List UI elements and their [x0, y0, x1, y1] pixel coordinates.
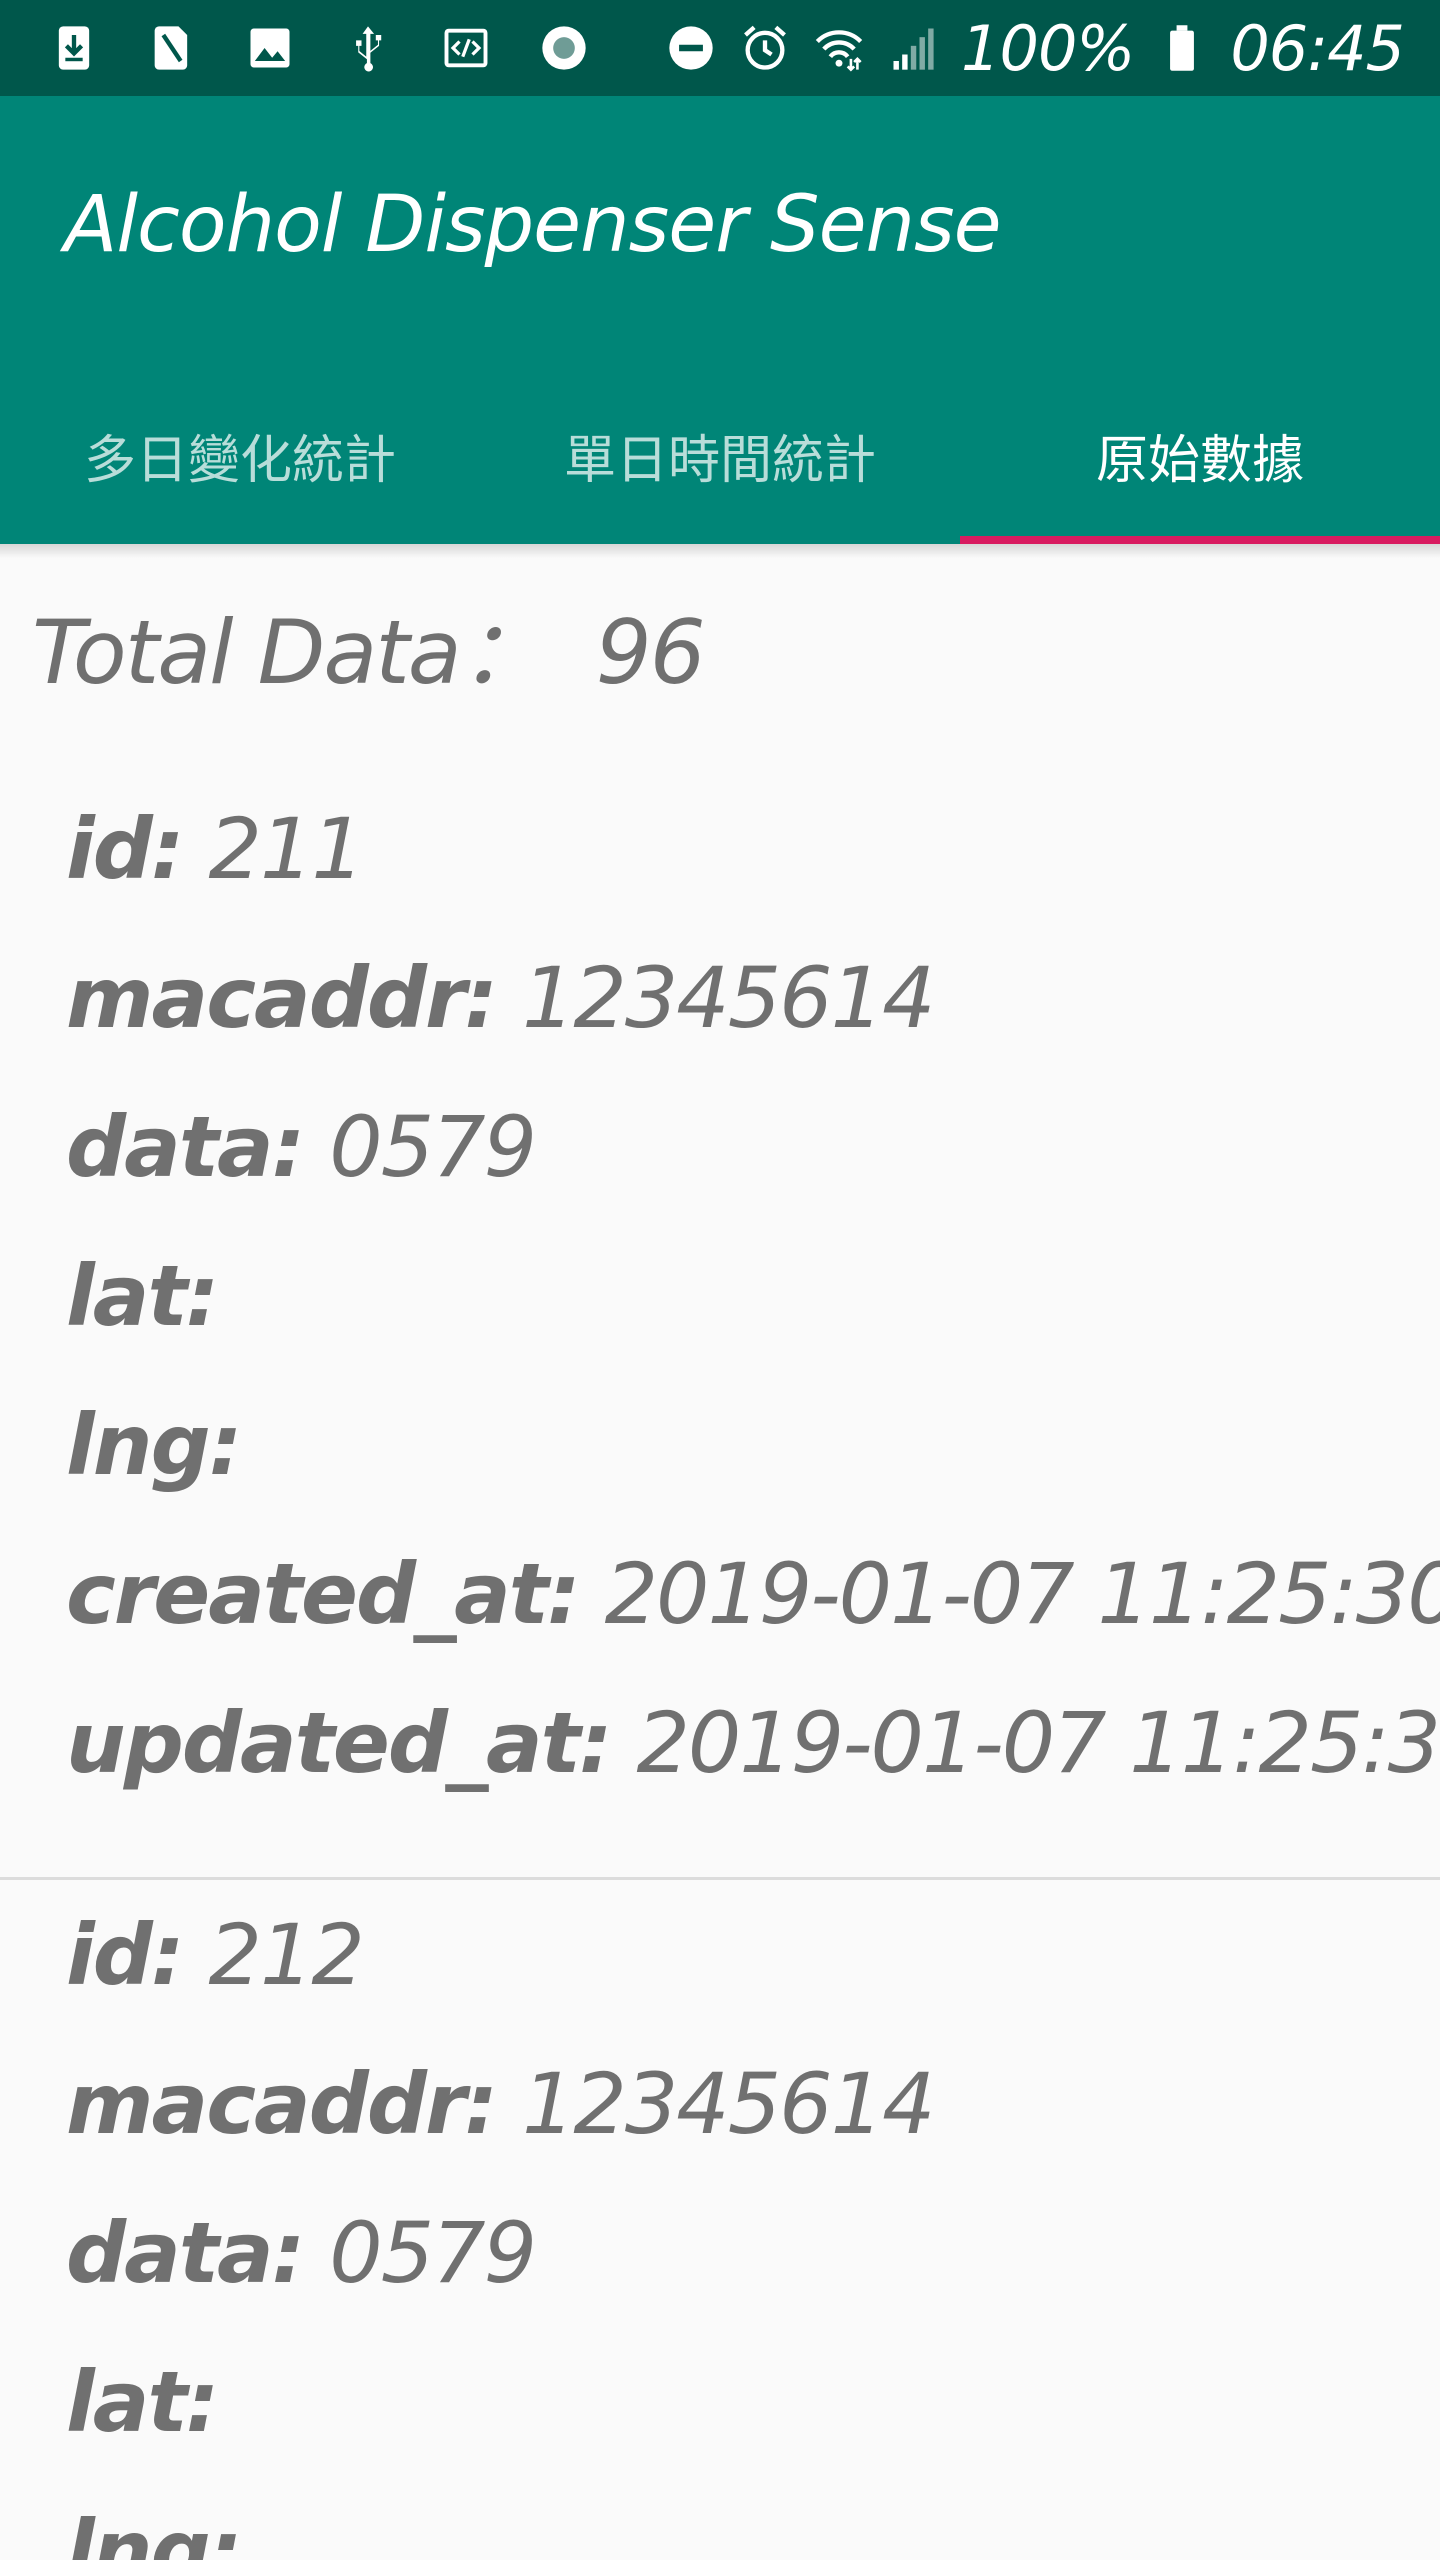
- alarm-icon: [744, 25, 786, 70]
- record-field-data: data:0579: [66, 1097, 537, 1196]
- record-field-created-at: created_at:2019-01-07 11:25:30: [66, 1519, 1440, 1668]
- app-bar: Alcohol Dispenser Sense 多日變化統計 單日時間統計 原始…: [0, 96, 1440, 544]
- field-value: 12345614: [521, 948, 936, 1047]
- field-key: id: [66, 1905, 153, 2004]
- record-field-data: data:0579: [66, 2203, 537, 2302]
- field-key: lat: [66, 2352, 188, 2451]
- system-indicators: 100% 06:45: [665, 8, 1405, 88]
- do-not-disturb-icon: [669, 26, 713, 70]
- field-value: 0579: [329, 2203, 537, 2302]
- wifi-icon: [815, 30, 863, 72]
- raw-data-content[interactable]: Total Data： 96 id:211 macaddr:12345614 da…: [0, 544, 1440, 2560]
- status-bar: 100% 06:45: [0, 0, 1440, 96]
- total-data-value: 96: [595, 601, 706, 704]
- download-icon: [58, 26, 90, 70]
- total-data-row: Total Data： 96: [32, 582, 706, 709]
- clock: 06:45: [1230, 11, 1405, 85]
- record-field-id: id:211: [66, 799, 365, 898]
- field-value: 2019-01-07 11:25:30: [636, 1693, 1440, 1792]
- record-field-lng: lng:: [66, 2476, 1440, 2560]
- field-key: macaddr: [66, 948, 466, 1047]
- field-key: lng: [66, 1395, 211, 1494]
- tab-raw-data[interactable]: 原始數據: [960, 386, 1440, 544]
- signal-icon: [893, 28, 934, 70]
- tab-label: 單日時間統計: [563, 430, 876, 491]
- developer-code-icon: [444, 28, 488, 68]
- record-field-lat: lat:: [66, 1246, 219, 1345]
- record-field-macaddr: macaddr:12345614: [66, 948, 936, 1047]
- record-list[interactable]: id:211 macaddr:12345614 data:0579 lat: l…: [0, 774, 1440, 2560]
- image-icon: [250, 28, 290, 68]
- field-key: macaddr: [66, 2054, 466, 2153]
- field-key: lng: [66, 2501, 211, 2560]
- tab-multi-day-stats[interactable]: 多日變化統計: [0, 386, 480, 544]
- battery-icon: [1170, 25, 1195, 71]
- field-key: lat: [66, 1246, 188, 1345]
- app-title: Alcohol Dispenser Sense: [64, 180, 1002, 270]
- field-value: 2019-01-07 11:25:30: [604, 1544, 1440, 1643]
- total-data-label: Total Data：: [32, 601, 548, 704]
- record-field-lat: lat:: [66, 2352, 219, 2451]
- field-key: updated_at: [66, 1693, 581, 1792]
- record-field-updated-at: updated_at:2019-01-07 11:25:30: [66, 1668, 1440, 1817]
- battery-percent: 100%: [961, 11, 1135, 85]
- record-field-id: id:212: [66, 1905, 365, 2004]
- field-key: created_at: [66, 1544, 549, 1643]
- field-value: 12345614: [521, 2054, 936, 2153]
- record-icon: [542, 26, 586, 70]
- field-value: 211: [208, 799, 365, 898]
- list-item[interactable]: id:212 macaddr:12345614 data:0579 lat: l…: [0, 1880, 1440, 2560]
- notification-icons: [48, 14, 590, 82]
- tab-label: 多日變化統計: [83, 430, 396, 491]
- field-value: 212: [208, 1905, 365, 2004]
- sim-card-icon: [154, 26, 188, 70]
- usb-icon: [356, 26, 382, 72]
- tab-bar: 多日變化統計 單日時間統計 原始數據: [0, 386, 1440, 544]
- field-key: data: [66, 1097, 274, 1196]
- tab-single-day-stats[interactable]: 單日時間統計: [480, 386, 960, 544]
- record-field-lng: lng:: [66, 1395, 242, 1494]
- list-item[interactable]: id:211 macaddr:12345614 data:0579 lat: l…: [0, 774, 1440, 1877]
- record-field-macaddr: macaddr:12345614: [66, 2054, 936, 2153]
- tab-label: 原始數據: [1095, 430, 1304, 491]
- field-value: 0579: [329, 1097, 537, 1196]
- field-key: id: [66, 799, 153, 898]
- field-key: data: [66, 2203, 274, 2302]
